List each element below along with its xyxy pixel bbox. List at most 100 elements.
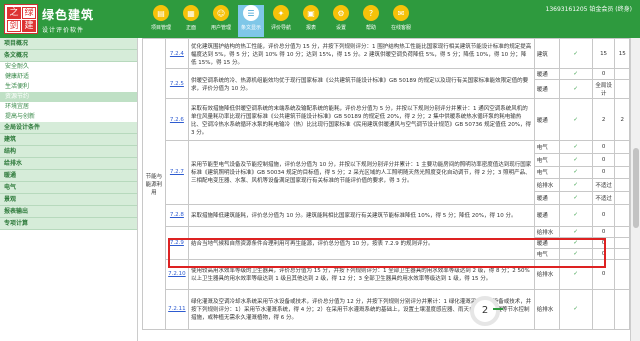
score-cell: 0 <box>591 68 616 80</box>
nav-label: 帮助 <box>365 25 376 31</box>
subtotal-cell <box>614 178 630 193</box>
discipline-cell: 给排水 <box>533 258 560 290</box>
check-icon[interactable]: ✓ <box>558 288 593 330</box>
nav-clause-display[interactable]: ☰ 条文显示 <box>238 5 264 37</box>
check-icon[interactable]: ✓ <box>558 98 593 141</box>
table-row: 7.2.10 使用较高用水效率等级的卫生器具，评价总分值为 15 分，并按下列规则… <box>143 258 630 290</box>
sidebar-item-health[interactable]: 健康舒适 <box>0 72 137 82</box>
sidebar-item-resource-saving[interactable]: 资源节约 <box>0 92 137 102</box>
scrollbar-thumb[interactable] <box>633 148 639 228</box>
sidebar-item-innovation[interactable]: 提高与创新 <box>0 112 137 122</box>
subtotal-cell: 2 <box>614 98 630 141</box>
score-cell: 0 <box>591 165 616 180</box>
nav-online-service[interactable]: ✉ 在线客服 <box>388 5 414 37</box>
check-icon[interactable]: ✓ <box>558 178 593 193</box>
clause-description: 供暖空调系统的冷、热源机组能效均优于现行国家标准《公共建筑节能设计标准》GB 5… <box>188 68 535 99</box>
subtotal-cell <box>614 68 630 80</box>
score-cell: 0 <box>591 236 616 249</box>
clause-code-link[interactable]: 7.2.8 <box>164 203 190 227</box>
sidebar-section-plumbing[interactable]: 给排水 <box>0 158 137 170</box>
app-logo: 之 绿 剑 建 <box>4 4 38 34</box>
nav-front[interactable]: ▦ 正面 <box>178 5 204 37</box>
app-header: 之 绿 剑 建 绿色建筑 设计评价软件 ▤ 项目管理 ▦ 正面 ☺ 用户管理 ☰… <box>0 0 640 38</box>
sidebar-section-hvac[interactable]: 暖通 <box>0 170 137 182</box>
sidebar-section-report-output[interactable]: 报表输出 <box>0 206 137 218</box>
nav-label: 项目管理 <box>150 25 171 31</box>
check-icon[interactable]: ✓ <box>558 68 593 80</box>
gear-icon: ⚙ <box>333 5 349 21</box>
check-icon[interactable]: ✓ <box>558 258 593 290</box>
score-cell: 0 <box>591 152 616 167</box>
score-cell: 0 <box>591 225 616 238</box>
sidebar-section-calculation[interactable]: 专项计算 <box>0 218 137 230</box>
table-row: 7.2.9 结合当地气候和自然资源条件合理利用可再生能源，评价总分值为 10 分，… <box>143 225 630 260</box>
sidebar-section-electrical[interactable]: 电气 <box>0 182 137 194</box>
discipline-cell: 暖通 <box>533 236 560 249</box>
subtotal-cell <box>614 165 630 180</box>
sidebar-section-project[interactable]: 项目概况 <box>0 38 137 50</box>
check-icon[interactable]: ✓ <box>558 140 593 154</box>
clause-code-link[interactable]: 7.2.4 <box>164 38 190 69</box>
check-icon[interactable]: ✓ <box>558 191 593 205</box>
check-icon[interactable]: ✓ <box>558 225 593 238</box>
check-icon[interactable]: ✓ <box>558 203 593 227</box>
sidebar-section-global[interactable]: 全局设计条件 <box>0 122 137 134</box>
score-cell: 不适过 <box>591 178 616 193</box>
nav-project-management[interactable]: ▤ 项目管理 <box>148 5 174 37</box>
clause-description: 采取有效措施降低供暖空调系统的末端系统及输配系统的能耗，评价总分值为 5 分，并… <box>188 98 535 141</box>
clause-code-link[interactable]: 7.2.6 <box>164 98 190 141</box>
discipline-cell: 建筑 <box>533 38 560 69</box>
logo-char-3: 剑 <box>7 20 21 32</box>
score-cell: 0 <box>591 140 616 154</box>
vertical-scrollbar[interactable] <box>630 38 640 341</box>
table-row: 7.2.11 绿化灌溉及空调冷却水系统采用节水设备或技术，评价总分值为 12 分，… <box>143 288 630 330</box>
clause-code-link[interactable]: 7.2.9 <box>164 225 190 260</box>
table-row: 7.2.5 供暖空调系统的冷、热源机组能效均优于现行国家标准《公共建筑节能设计标准… <box>143 68 630 99</box>
sidebar-item-safety[interactable]: 安全耐久 <box>0 62 137 72</box>
check-icon[interactable]: ✓ <box>558 79 593 99</box>
nav-help[interactable]: ? 帮助 <box>358 5 384 37</box>
subtotal-cell <box>614 225 630 238</box>
nav-report[interactable]: ▣ 报表 <box>298 5 324 37</box>
user-info: 13693161205 铂金会员 (终身) <box>545 6 633 13</box>
clause-code-link[interactable]: 7.2.7 <box>164 140 190 205</box>
nav-label: 评价导航 <box>270 25 291 31</box>
discipline-cell: 给排水 <box>533 288 560 330</box>
nav-label: 条文显示 <box>240 25 261 31</box>
sidebar-section-clauses[interactable]: 条文概况 <box>0 50 137 62</box>
score-cell: 不适过 <box>591 191 616 205</box>
floating-progress-badge[interactable]: 2 <box>470 296 503 326</box>
sidebar-section-architecture[interactable]: 建筑 <box>0 134 137 146</box>
category-cell: 节能与能源利用 <box>142 38 166 330</box>
discipline-cell: 暖通 <box>533 98 560 141</box>
compass-icon: ✦ <box>273 5 289 21</box>
discipline-cell: 电气 <box>533 247 560 260</box>
clause-code-link[interactable]: 7.2.11 <box>164 288 190 330</box>
score-cell: 0 <box>591 203 616 227</box>
sidebar-item-environment[interactable]: 环境宜居 <box>0 102 137 112</box>
subtotal-cell: 15 <box>614 38 630 69</box>
logo-char-4: 建 <box>22 20 36 32</box>
clause-code-link[interactable]: 7.2.5 <box>164 68 190 99</box>
discipline-cell: 暖通 <box>533 68 560 80</box>
nav-settings[interactable]: ⚙ 设置 <box>328 5 354 37</box>
subtotal-cell <box>614 236 630 249</box>
nav-evaluation[interactable]: ✦ 评价导航 <box>268 5 294 37</box>
check-icon[interactable]: ✓ <box>558 247 593 260</box>
nav-user-management[interactable]: ☺ 用户管理 <box>208 5 234 37</box>
clause-code-link[interactable]: 7.2.10 <box>164 258 190 290</box>
discipline-cell: 电气 <box>533 152 560 167</box>
sidebar-section-landscape[interactable]: 景观 <box>0 194 137 206</box>
check-icon[interactable]: ✓ <box>558 165 593 180</box>
clause-description: 优化建筑围护结构的热工性能，评价总分值为 15 分，并按下列规则评分：1 围护结… <box>188 38 535 69</box>
sidebar-item-convenience[interactable]: 生活便利 <box>0 82 137 92</box>
logo-char-1: 之 <box>7 7 21 19</box>
check-icon[interactable]: ✓ <box>558 236 593 249</box>
check-icon[interactable]: ✓ <box>558 38 593 69</box>
check-icon[interactable]: ✓ <box>558 152 593 167</box>
sidebar-section-structure[interactable]: 结构 <box>0 146 137 158</box>
score-cell: 全局设计 <box>591 79 616 99</box>
report-icon: ▣ <box>303 5 319 21</box>
discipline-cell: 暖通 <box>533 191 560 205</box>
nav-label: 设置 <box>335 25 346 31</box>
